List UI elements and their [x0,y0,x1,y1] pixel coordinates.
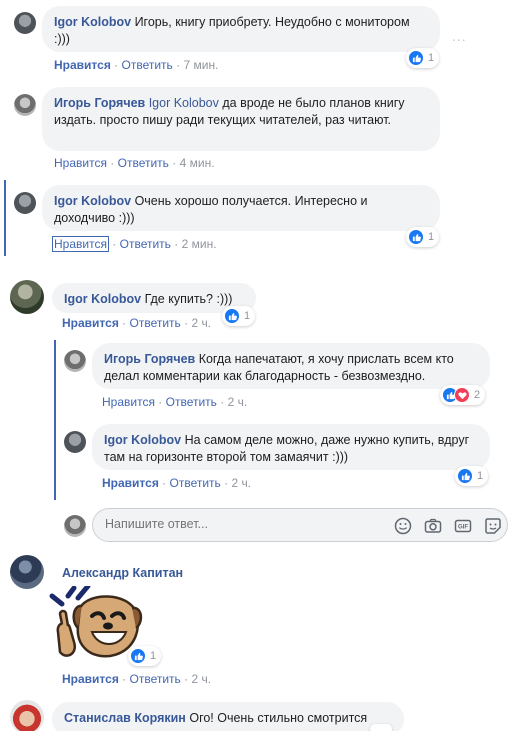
timestamp[interactable]: 7 мин. [184,58,219,72]
avatar[interactable] [64,350,86,372]
like-reaction-icon [224,308,240,324]
reply-box: GIF [92,508,508,542]
timestamp[interactable]: 2 ч. [192,672,212,686]
comment-actions: Нравится · Ответить · 4 мин. [54,156,215,170]
comment-author[interactable]: Станислав Корякин [64,711,186,725]
avatar[interactable] [10,280,44,314]
like-link[interactable]: Нравится [52,236,109,252]
comment-bubble: Igor Kolobov Игорь, книгу приобрету. Неу… [42,6,440,52]
like-reaction-icon [408,229,424,245]
like-link[interactable]: Нравится [54,58,111,72]
comment-bubble: Igor Kolobov На самом деле можно, даже н… [92,424,490,470]
comment-actions: Нравится · Ответить · 2 мин. [52,236,217,252]
reaction-count[interactable]: 1 [455,466,489,486]
reply-link[interactable]: Ответить [122,58,173,72]
comment-text: Ого! Очень стильно смотрится [189,711,368,725]
reply-link[interactable]: Ответить [130,316,181,330]
comment-author[interactable]: Igor Kolobov [54,194,131,208]
avatar[interactable] [10,555,44,589]
emoji-icon[interactable] [393,516,413,536]
timestamp[interactable]: 4 мин. [180,156,215,170]
svg-text:GIF: GIF [458,525,468,531]
timestamp[interactable]: 2 ч. [228,395,248,409]
reaction-count[interactable]: 1 [406,48,440,68]
comment-actions: Нравится · Ответить · 2 ч. [102,476,252,490]
avatar[interactable] [64,431,86,453]
avatar[interactable] [10,700,44,731]
comment-author[interactable]: Александр Капитан [62,566,183,580]
like-link[interactable]: Нравится [62,672,119,686]
avatar[interactable] [14,12,36,34]
comment-author[interactable]: Игорь Горячев [104,352,195,366]
reply-link[interactable]: Ответить [130,672,181,686]
timestamp[interactable]: 2 мин. [182,237,217,251]
sticker-icon[interactable] [483,516,503,536]
like-link[interactable]: Нравится [54,156,107,170]
reply-link[interactable]: Ответить [118,156,169,170]
comment-author[interactable]: Igor Kolobov [104,433,181,447]
like-link[interactable]: Нравится [102,476,159,490]
current-user-avatar [64,515,86,537]
reply-link[interactable]: Ответить [170,476,221,490]
thread-indicator [54,340,56,500]
love-reaction-icon [454,387,470,403]
comment-bubble: Igor Kolobov Очень хорошо получается. Ин… [42,185,440,231]
reaction-count[interactable]: 1 [222,306,256,326]
reaction-count[interactable]: 1 [406,227,440,247]
reaction-count[interactable]: 1 [128,646,162,666]
comment-actions: Нравится · Ответить · 2 ч. [102,395,248,409]
reply-input[interactable] [105,517,305,531]
camera-icon[interactable] [423,516,443,536]
comment-author[interactable]: Igor Kolobov [64,292,141,306]
reaction-count[interactable]: 2 [440,385,486,405]
like-link[interactable]: Нравится [102,395,155,409]
timestamp[interactable]: 2 ч. [232,476,252,490]
like-reaction-icon [130,648,146,664]
comment-author[interactable]: Игорь Горячев [54,96,145,110]
reply-link[interactable]: Ответить [166,395,217,409]
timestamp[interactable]: 2 ч. [192,316,212,330]
more-options-icon[interactable]: ... [452,28,467,44]
reply-link[interactable]: Ответить [120,237,171,251]
comment-actions: Нравится · Ответить · 2 ч. [62,316,212,330]
comment-actions: Нравится · Ответить · 7 мин. [54,58,219,72]
comment-actions: Нравится · Ответить · 2 ч. [62,672,212,686]
avatar[interactable] [14,192,36,214]
comment-text: Где купить? :))) [144,292,233,306]
highlight-bar [4,180,6,256]
gif-icon[interactable]: GIF [453,516,473,536]
comment-bubble: Игорь Горячев Когда напечатают, я хочу п… [92,343,490,389]
comment-bubble: Игорь Горячев Igor Kolobov да вроде не б… [42,87,440,151]
comment-author[interactable]: Igor Kolobov [54,15,131,29]
like-reaction-icon [408,50,424,66]
reaction-count[interactable] [370,724,392,731]
like-link[interactable]: Нравится [62,316,119,330]
mention-link[interactable]: Igor Kolobov [149,96,219,110]
avatar[interactable] [14,94,36,116]
like-reaction-icon [457,468,473,484]
comment-bubble: Станислав Корякин Ого! Очень стильно смо… [52,702,404,731]
